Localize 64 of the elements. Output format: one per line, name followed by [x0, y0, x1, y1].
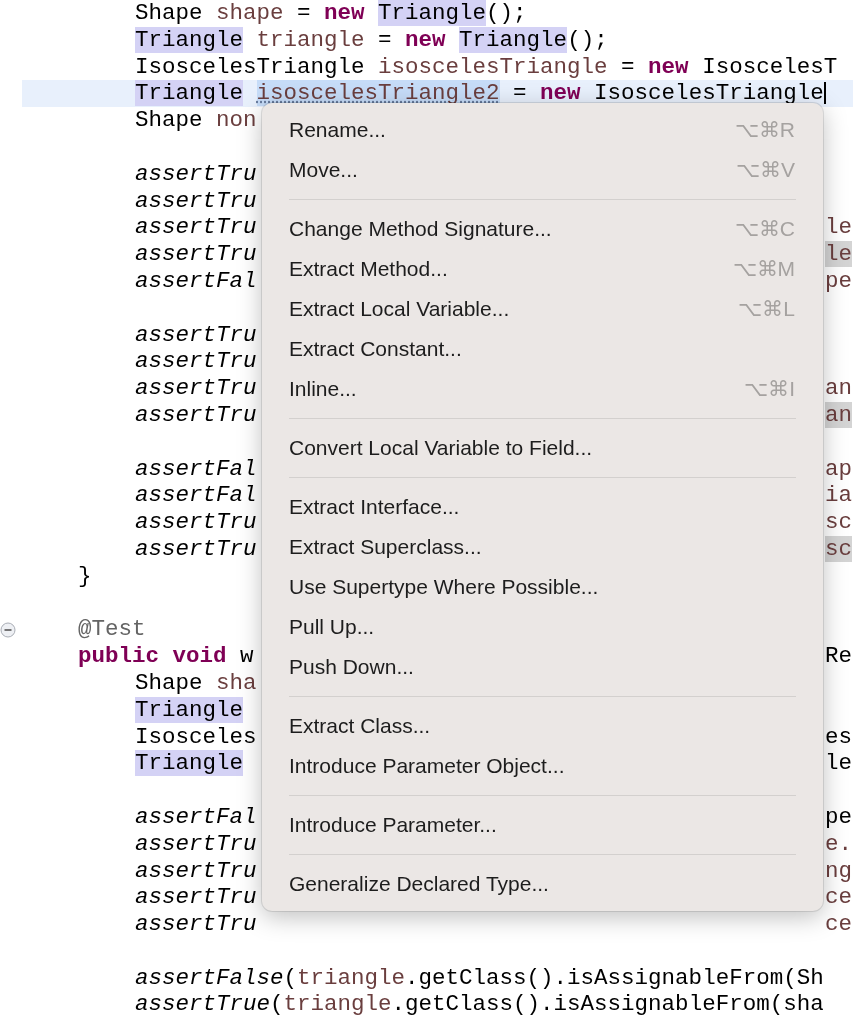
code-fragment: sc [825, 535, 852, 562]
code-line: assertFalse(triangle.getClass().isAssignableFrom(Sh [135, 964, 824, 991]
code-line: public void w [78, 643, 254, 670]
code-line: assertTru [135, 187, 257, 214]
code-line: assertTru [135, 321, 257, 348]
code-fragment: ia [825, 482, 852, 509]
code-fragment: pe [825, 267, 852, 294]
menu-item[interactable]: Extract Superclass... [262, 527, 823, 567]
code-fragment: le [825, 750, 852, 777]
menu-item[interactable]: Inline... ⌥⌘I [262, 369, 823, 409]
code-fragment: e. [825, 830, 852, 857]
code-fragment: le [825, 214, 852, 241]
code-line: assertTru [135, 401, 257, 428]
code-line: assertFal [135, 267, 257, 294]
code-fragment: le [825, 241, 852, 268]
code-fragment: pe [825, 803, 852, 830]
fold-collapse-icon[interactable] [0, 621, 16, 638]
menu-item[interactable]: Use Supertype Where Possible... [262, 567, 823, 607]
code-line: Shape shape = new Triangle(); [135, 0, 527, 26]
code-line: assertFal [135, 803, 257, 830]
menu-item[interactable]: Introduce Parameter Object... [262, 746, 823, 786]
code-line: assertTru [135, 160, 257, 187]
menu-item[interactable]: Introduce Parameter... [262, 805, 823, 845]
code-line: Shape non [135, 107, 257, 134]
menu-item[interactable]: Convert Local Variable to Field... [262, 428, 823, 468]
menu-item[interactable]: Generalize Declared Type... [262, 864, 823, 904]
code-line: assertTru [135, 857, 257, 884]
code-line: assertTrue(triangle.getClass().isAssignableFrom(sha [135, 991, 824, 1018]
code-line: Isosceles [135, 723, 257, 750]
code-line: assertTru [135, 884, 257, 911]
code-fragment: Re [825, 643, 852, 670]
menu-item[interactable]: Push Down... [262, 647, 823, 687]
menu-item[interactable]: Rename... ⌥⌘R [262, 110, 823, 150]
menu-item[interactable]: Extract Local Variable... ⌥⌘L [262, 289, 823, 329]
code-line: assertFal [135, 482, 257, 509]
code-line: Shape sha [135, 669, 257, 696]
code-fragment: an [825, 401, 852, 428]
menu-item[interactable]: Extract Interface... [262, 487, 823, 527]
code-fragment: ap [825, 455, 852, 482]
code-line: assertTru [135, 911, 257, 938]
code-line: assertTru [135, 348, 257, 375]
code-line: assertTru [135, 214, 257, 241]
code-line: assertTru [135, 375, 257, 402]
code-line: assertTru [135, 830, 257, 857]
menu-item[interactable]: Extract Class... [262, 706, 823, 746]
code-fragment: an [825, 375, 852, 402]
code-line: IsoscelesTriangle isoscelesTriangle = new IsoscelesT [135, 53, 838, 80]
code-line: assertFal [135, 455, 257, 482]
code-line: } [78, 562, 92, 589]
code-line: assertTru [135, 509, 257, 536]
code-line: Triangle triangle = new Triangle(); [135, 26, 608, 53]
code-fragment: es [825, 723, 852, 750]
code-fragment: ce [825, 884, 852, 911]
menu-item[interactable]: Move... ⌥⌘V [262, 150, 823, 190]
menu-item[interactable]: Extract Method... ⌥⌘M [262, 249, 823, 289]
code-fragment: ng [825, 857, 852, 884]
code-line: assertTru [135, 241, 257, 268]
code-line: assertTru [135, 535, 257, 562]
menu-item[interactable]: Pull Up... [262, 607, 823, 647]
code-fragment: sc [825, 509, 852, 536]
menu-item[interactable]: Change Method Signature... ⌥⌘C [262, 209, 823, 249]
code-fragment: ce [825, 911, 852, 938]
code-line: @Test [78, 616, 146, 643]
menu-item[interactable]: Extract Constant... [262, 329, 823, 369]
